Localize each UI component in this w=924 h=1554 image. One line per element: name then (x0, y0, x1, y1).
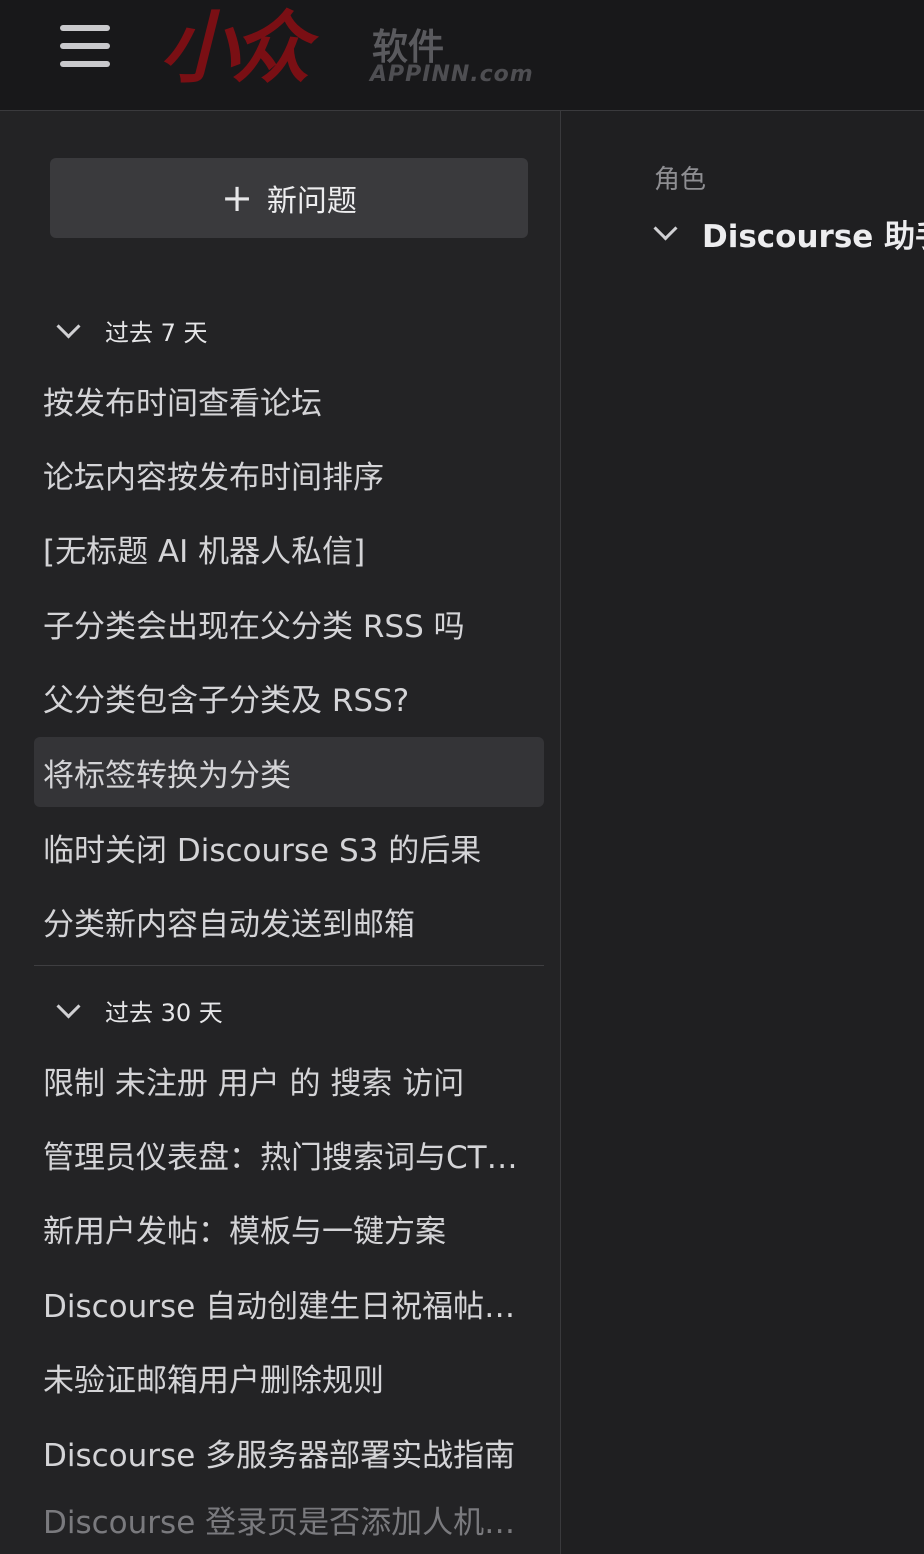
conversation-item[interactable]: 临时关闭 Discourse S3 的后果 (34, 812, 544, 882)
conversation-item[interactable]: 新用户发帖：模板与一键方案 (34, 1193, 544, 1263)
role-label: 角色 (654, 165, 707, 195)
top-header: 小众 软件 APPINN.com (0, 0, 924, 111)
plus-icon: + (221, 176, 253, 220)
chevron-down-icon (653, 216, 678, 241)
new-question-button[interactable]: + 新问题 (50, 158, 528, 238)
section-header-30-days[interactable]: 过去 30 天 (50, 993, 223, 1028)
conversation-item-active[interactable]: 将标签转换为分类 (34, 737, 544, 807)
conversation-item[interactable]: 论坛内容按发布时间排序 (34, 439, 544, 509)
conversation-item[interactable]: 子分类会出现在父分类 RSS 吗 (34, 588, 544, 658)
section-title: 过去 30 天 (105, 999, 223, 1027)
logo-mark: 小众 (160, 4, 310, 94)
conversation-sidebar: + 新问题 过去 7 天 按发布时间查看论坛 论坛内容按发布时间排序 [无标题 … (0, 111, 561, 1554)
section-header-7-days[interactable]: 过去 7 天 (50, 313, 208, 348)
conversation-item[interactable]: Discourse 多服务器部署实战指南 (34, 1417, 544, 1487)
conversation-item[interactable]: 未验证邮箱用户删除规则 (34, 1342, 544, 1412)
conversation-item[interactable]: Discourse 自动创建生日祝福帖… (34, 1268, 544, 1338)
conversation-item[interactable]: 分类新内容自动发送到邮箱 (34, 886, 544, 956)
menu-icon[interactable] (60, 25, 110, 67)
section-title: 过去 7 天 (105, 319, 208, 347)
conversation-item[interactable]: 限制 未注册 用户 的 搜索 访问 (34, 1045, 544, 1115)
chevron-down-icon (56, 994, 81, 1019)
new-question-label: 新问题 (266, 184, 357, 219)
main-panel: 角色 Discourse 助手 (561, 111, 924, 1554)
role-selector[interactable]: Discourse 助手 (651, 211, 924, 256)
conversation-item[interactable]: Discourse 登录页是否添加人机… (34, 1484, 544, 1554)
conversation-item[interactable]: [无标题 AI 机器人私信] (34, 513, 544, 583)
conversation-item[interactable]: 父分类包含子分类及 RSS? (34, 662, 544, 732)
logo-en-text: APPINN.com (370, 62, 534, 87)
chevron-down-icon (56, 314, 81, 339)
conversation-item[interactable]: 管理员仪表盘：热门搜索词与CT… (34, 1119, 544, 1189)
section-divider (34, 965, 544, 966)
conversation-item[interactable]: 按发布时间查看论坛 (34, 365, 544, 435)
site-logo[interactable]: 小众 软件 APPINN.com (160, 0, 560, 100)
role-selector-value: Discourse 助手 (702, 219, 924, 255)
